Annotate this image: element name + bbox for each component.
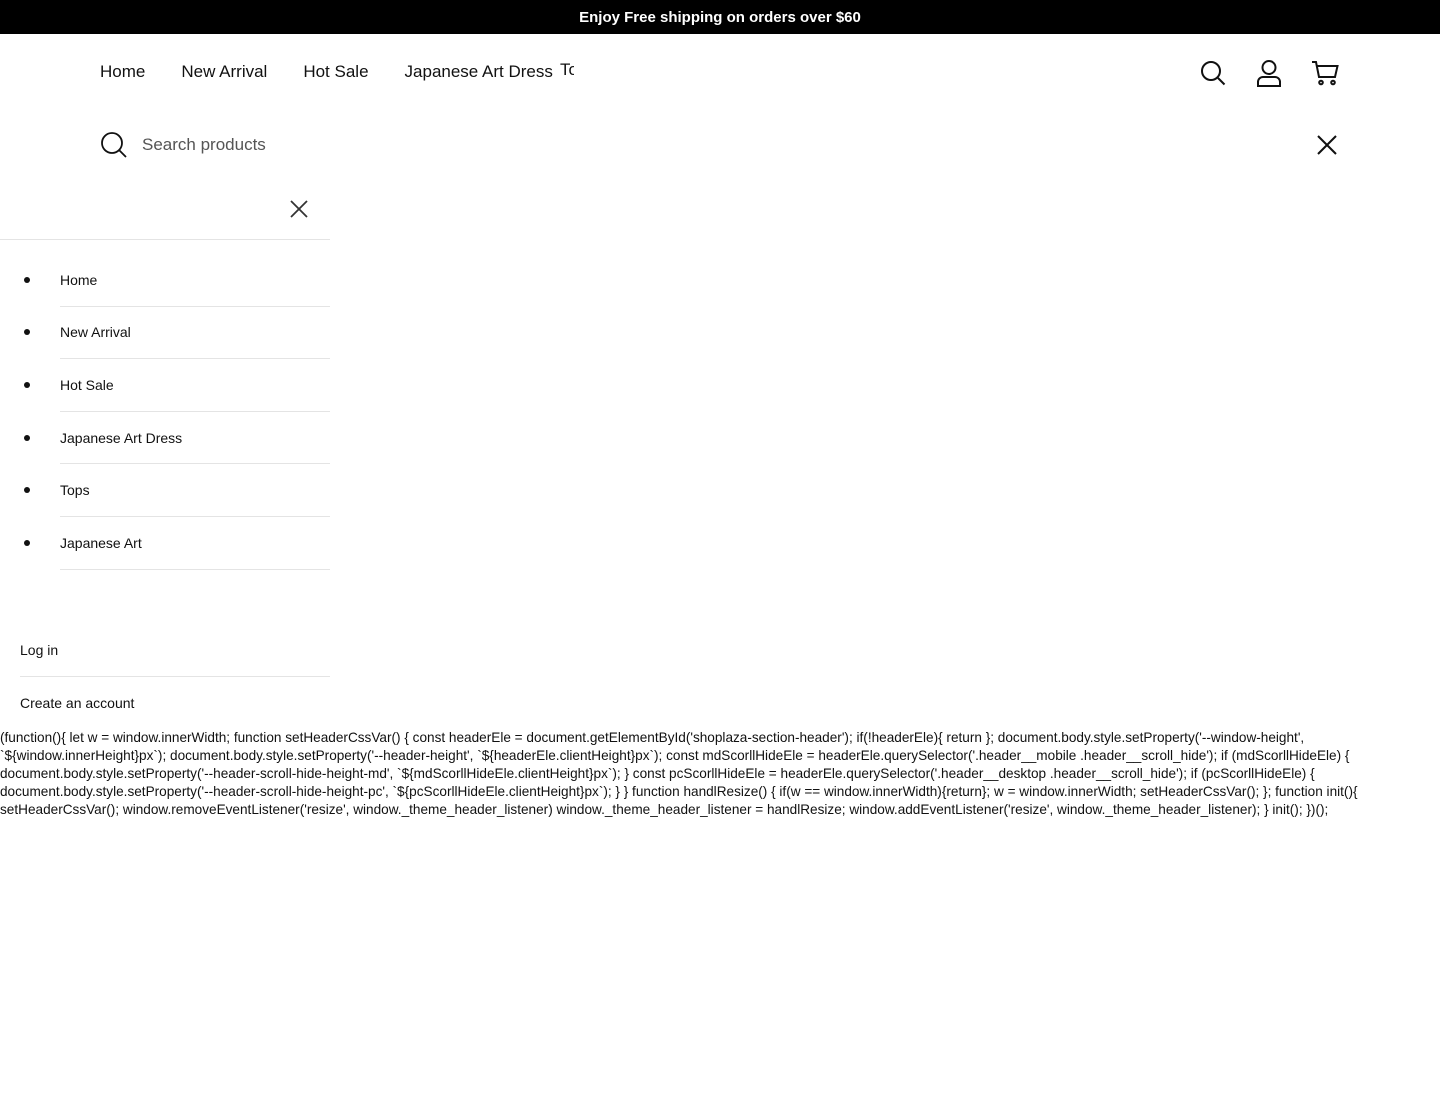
nav-item-home[interactable]: Home xyxy=(100,62,145,84)
header-account-button[interactable] xyxy=(1252,58,1286,88)
nav-item-clipped[interactable]: Tops xyxy=(560,60,574,86)
drawer-item-label: Japanese Art Dress xyxy=(60,429,183,446)
nav-item-japanese-art-dress[interactable]: Japanese Art Dress xyxy=(405,62,553,84)
drawer-item-new-arrival[interactable]: New Arrival xyxy=(24,307,330,360)
drawer-item-hot-sale[interactable]: Hot Sale xyxy=(24,359,330,412)
header-cart-button[interactable] xyxy=(1308,58,1342,88)
bullet xyxy=(24,329,30,336)
account-icon xyxy=(1257,60,1281,87)
drawer-menu: Home New Arrival Hot Sale Japanese Art D… xyxy=(24,254,330,570)
search-icon xyxy=(1201,61,1226,86)
main-nav: Home New Arrival Hot Sale Japanese Art D… xyxy=(100,62,553,84)
drawer-item-japanese-art-dress[interactable]: Japanese Art Dress xyxy=(24,412,330,465)
drawer-item-label: Tops xyxy=(60,482,90,499)
drawer-item-label: Hot Sale xyxy=(60,376,114,393)
bullet xyxy=(24,434,30,441)
drawer-item-label: New Arrival xyxy=(60,324,131,341)
create-account-link[interactable]: Create an account xyxy=(20,677,330,729)
bullet xyxy=(24,381,30,388)
drawer-item-japanese-art[interactable]: Japanese Art xyxy=(24,517,330,570)
close-icon[interactable] xyxy=(1314,132,1340,158)
drawer-item-tops[interactable]: Tops xyxy=(24,464,330,517)
nav-item-new-arrival[interactable]: New Arrival xyxy=(181,62,267,84)
announcement-text: Enjoy Free shipping on orders over $60 xyxy=(579,8,861,26)
login-link[interactable]: Log in xyxy=(20,624,330,676)
nav-item-clipped-label: Tops xyxy=(560,60,574,79)
drawer-item-label: Japanese Art xyxy=(60,534,142,551)
bullet xyxy=(24,276,30,283)
raw-script-text: (function(){ let w = window.innerWidth; … xyxy=(0,730,1358,817)
drawer-item-home[interactable]: Home xyxy=(24,254,330,307)
bullet xyxy=(24,539,30,546)
menu-drawer: Home New Arrival Hot Sale Japanese Art D… xyxy=(0,180,330,725)
header-search-button[interactable] xyxy=(1196,58,1230,88)
cart-icon xyxy=(1312,61,1339,86)
announcement-bar: Enjoy Free shipping on orders over $60 xyxy=(0,0,1440,34)
header-actions xyxy=(1196,58,1342,88)
close-icon[interactable] xyxy=(288,198,310,220)
drawer-account-links: Log in Create an account xyxy=(20,624,330,729)
drawer-item-label: Home xyxy=(60,271,98,288)
search-icon xyxy=(101,132,127,158)
search-input[interactable] xyxy=(142,135,1242,155)
drawer-divider xyxy=(0,239,330,240)
search-bar xyxy=(100,128,1340,162)
nav-item-hot-sale[interactable]: Hot Sale xyxy=(303,62,368,84)
bullet xyxy=(24,487,30,494)
